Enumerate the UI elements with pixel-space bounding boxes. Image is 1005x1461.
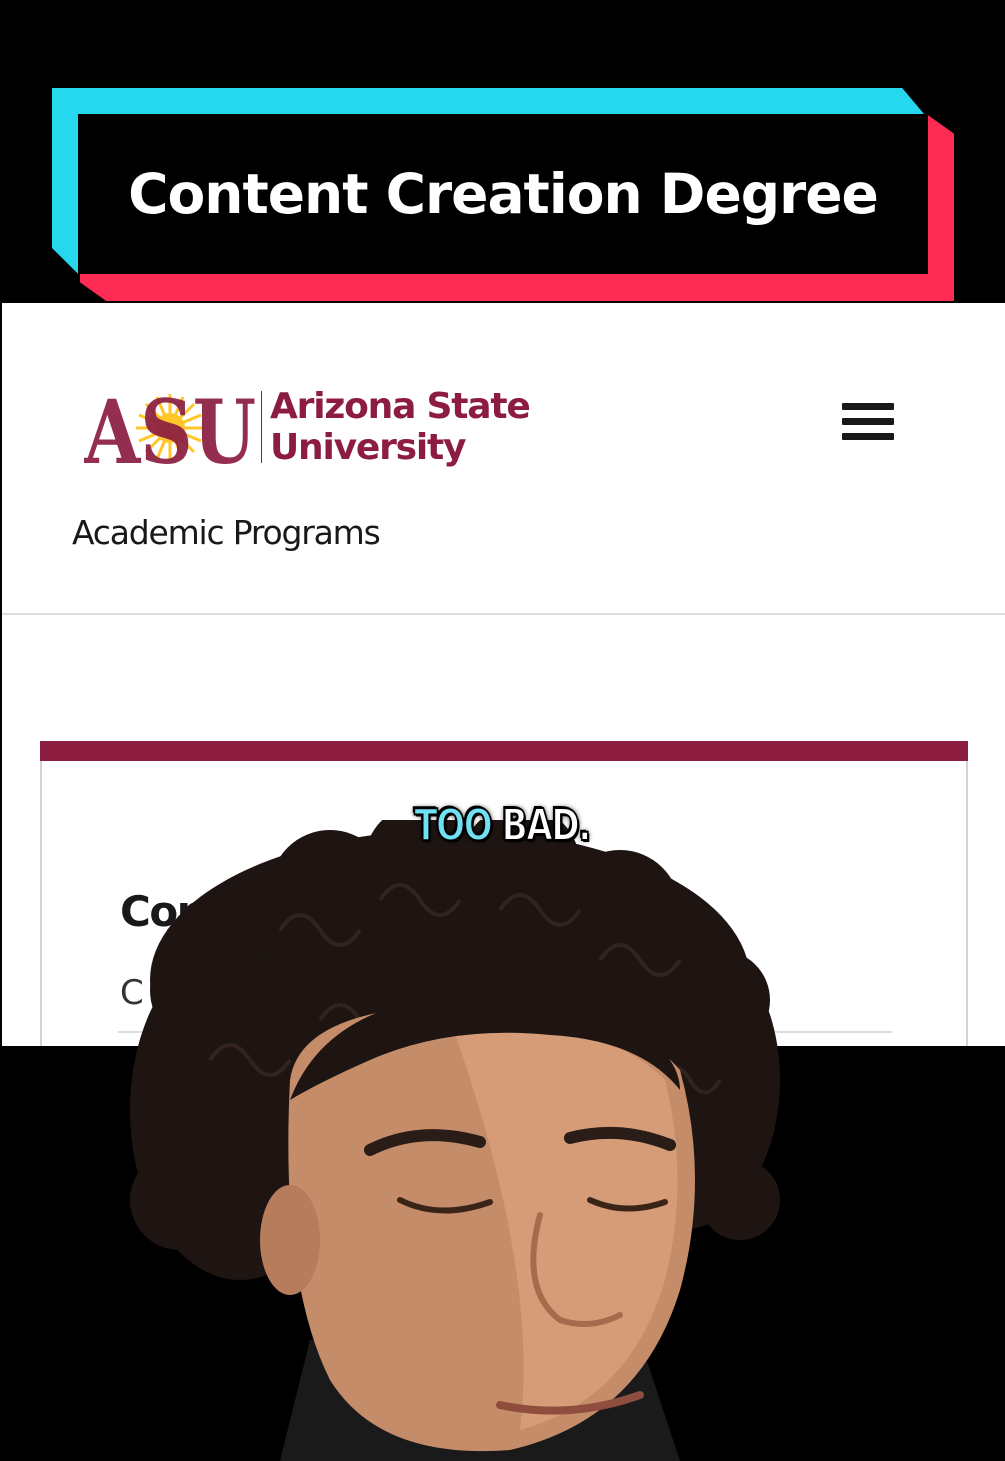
creator-face-overlay (130, 820, 780, 1461)
section-title[interactable]: Academic Programs (72, 513, 381, 552)
logo-line-2: University (270, 427, 466, 468)
title-box: Content Creation Degree (78, 114, 928, 274)
logo-line-1: Arizona State (270, 386, 531, 427)
caption-word-2: BAD. (501, 799, 592, 852)
video-caption: TOO BAD. (110, 799, 894, 852)
logo-divider (261, 391, 262, 463)
svg-text:ASU: ASU (84, 388, 256, 468)
title-banner: Content Creation Degree (0, 0, 1005, 303)
asu-logo-mark[interactable]: ASU (84, 388, 256, 468)
video-title: Content Creation Degree (128, 162, 879, 226)
hamburger-menu-icon[interactable] (842, 403, 894, 447)
caption-word-1: TOO (413, 799, 493, 852)
site-header: ASU Arizona State University Academic Pr… (2, 303, 1005, 615)
card-accent-bar (40, 741, 968, 761)
logo-wordmark[interactable]: Arizona State University (270, 386, 531, 468)
